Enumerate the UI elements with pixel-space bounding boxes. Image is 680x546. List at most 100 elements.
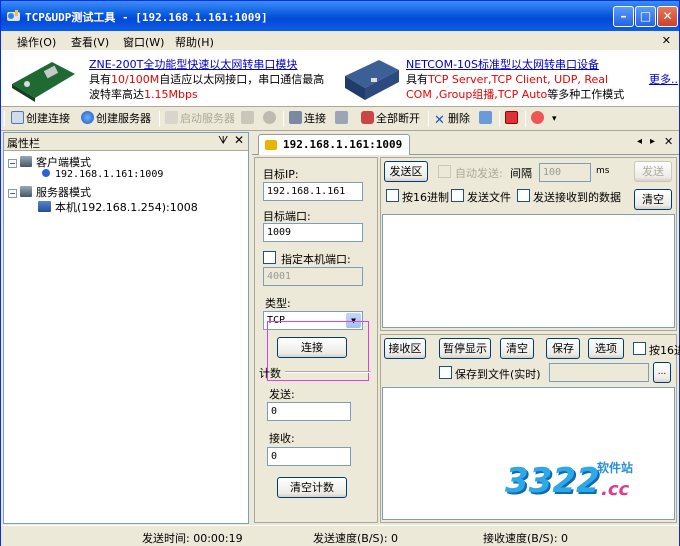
send-clear-button[interactable]: 清空 [634,189,672,210]
send-received-label: 发送接收到的数据 [533,191,621,204]
tree-server-item[interactable]: 本机(192.168.1.254):1008 [38,199,198,215]
help-icon [531,111,544,124]
menu-operate[interactable]: 操作(O) [17,34,56,50]
collapse-icon[interactable]: − [8,189,17,198]
send-received-checkbox[interactable] [517,189,530,202]
connection-settings: 目标IP: 192.168.1.161 目标端口: 1009 指定本机端口: 4… [254,157,378,523]
menu-window[interactable]: 窗口(W) [123,34,164,50]
send-count-label: 发送: [269,388,295,401]
help-button[interactable] [531,110,546,128]
module-image [12,62,75,102]
send-panel: 发送区 自动发送: 间隔 100 ms 发送 按16进制 发送文件 发送接收到的… [380,157,677,331]
menu-help[interactable]: 帮助(H) [175,34,214,50]
receive-area-button[interactable]: 接收区 [384,338,426,359]
tab-strip: 192.168.1.161:1009 ◂ ▸ ✕ [252,132,679,155]
watermark-logo: 3322 [505,461,600,501]
stop-icon [263,111,276,124]
tab-connection[interactable]: 192.168.1.161:1009 [258,134,410,155]
menu-view[interactable]: 查看(V) [71,34,109,50]
send-file-checkbox[interactable] [451,189,464,202]
send-area-button[interactable]: 发送区 [384,161,428,182]
panel-close-icon[interactable]: ✕ [234,133,244,147]
title-bar[interactable]: TCP&UDP测试工具 - [192.168.1.161:1009] – □ ✕ [1,1,679,31]
toolbar-separator [159,111,160,127]
disconnect-all-icon [361,111,374,124]
delete-x-icon: ✕ [434,113,445,128]
options-button[interactable]: 选项 [588,338,624,359]
send-time-status: 发送时间: 00:00:19 [142,532,243,545]
close-button[interactable]: ✕ [657,6,678,27]
stop-button[interactable] [263,110,278,128]
auto-send-checkbox[interactable] [438,165,451,178]
pause-display-button[interactable]: 暂停显示 [439,338,491,359]
tools-icon [479,111,492,124]
ad1-link[interactable]: ZNE-200T全功能型快速以太网转串口模块 [89,56,297,72]
clear-count-button[interactable]: 清空计数 [277,477,347,498]
server-icon [165,111,178,124]
delete-button[interactable]: ✕ 删除 [433,110,470,128]
mdi-close-icon[interactable]: ✕ [662,34,671,47]
send-button[interactable]: 发送 [634,161,672,182]
send-textarea[interactable] [382,214,675,328]
status-bar: 发送时间: 00:00:19 发送速度(B/S): 0 接收速度(B/S): 0 [1,525,679,546]
target-port-input[interactable]: 1009 [263,223,363,242]
tab-next-icon[interactable]: ▸ [650,136,655,147]
app-icon [7,10,20,21]
send-hex-checkbox[interactable] [386,189,399,202]
more-link[interactable]: 更多.. [649,71,678,87]
ad2-line2: COM ,Group组播,TCP Auto等多种工作模式 [406,88,625,101]
local-port-input[interactable]: 4001 [263,267,363,286]
tab-close-icon[interactable]: ✕ [664,135,673,148]
type-label: 类型: [265,297,291,310]
disconnect-icon-button[interactable] [335,110,350,128]
create-server-button[interactable]: 创建服务器 [81,110,151,128]
save-button[interactable]: 保存 [546,338,580,359]
create-connection-button[interactable]: 创建连接 [11,110,70,128]
toolbar-grip [4,111,5,127]
users-icon [38,201,51,212]
local-port-checkbox[interactable] [263,251,276,264]
toolbar-overflow-icon[interactable]: ▾ [552,110,557,128]
ad1-line2: 波特率高达1.15Mbps [89,88,198,101]
toolbar-separator [499,111,500,127]
tree-client-item[interactable]: 192.168.1.161:1009 [42,169,163,180]
target-ip-label: 目标IP: [263,168,299,181]
receive-hex-checkbox[interactable] [633,342,646,355]
config-button[interactable] [241,110,256,128]
send-count-field: 0 [267,402,351,421]
start-server-button[interactable]: 启动服务器 [165,110,235,128]
toolbar-separator [283,111,284,127]
recv-count-label: 接收: [269,432,295,445]
watermark-cc: .cc [601,479,630,500]
send-file-label: 发送文件 [467,191,511,204]
save-file-path-input[interactable] [549,363,649,382]
interval-input[interactable]: 100 [539,163,591,182]
save-to-file-checkbox[interactable] [439,366,452,379]
tab-prev-icon[interactable]: ◂ [637,136,642,147]
local-port-label: 指定本机端口: [281,253,351,266]
device-image [345,60,399,100]
properties-title: 属性栏 [7,137,40,150]
toolbar-separator [428,111,429,127]
browse-button[interactable]: ... [653,362,671,383]
tree-client-mode[interactable]: − 客户端模式 [8,154,91,170]
tree-server-mode[interactable]: − 服务器模式 [8,184,91,200]
auto-send-label: 自动发送: [455,167,503,180]
recv-speed-status: 接收速度(B/S): 0 [483,532,569,545]
target-ip-input[interactable]: 192.168.1.161 [263,182,363,201]
ad2-link[interactable]: NETCOM-10S标准型以太网转串口设备 [406,56,599,72]
collapse-icon[interactable]: − [8,159,17,168]
pin-icon[interactable]: ᗐ [218,134,228,148]
connect-button[interactable]: 连接 [289,110,326,128]
connect-submit-button[interactable]: 连接 [277,337,347,358]
receive-clear-button[interactable]: 清空 [500,338,534,359]
gear-icon [241,111,254,124]
ad2-line1: 具有TCP Server,TCP Client, UDP, Real [406,73,609,86]
disconnect-all-button[interactable]: 全部断开 [361,110,420,128]
recv-count-field: 0 [267,447,351,466]
tools-button[interactable] [479,110,494,128]
minimize-button[interactable]: – [613,6,634,27]
power-button[interactable] [505,110,520,128]
menu-bar: 操作(O) 查看(V) 窗口(W) 帮助(H) ✕ [1,31,679,51]
maximize-button[interactable]: □ [635,6,656,27]
